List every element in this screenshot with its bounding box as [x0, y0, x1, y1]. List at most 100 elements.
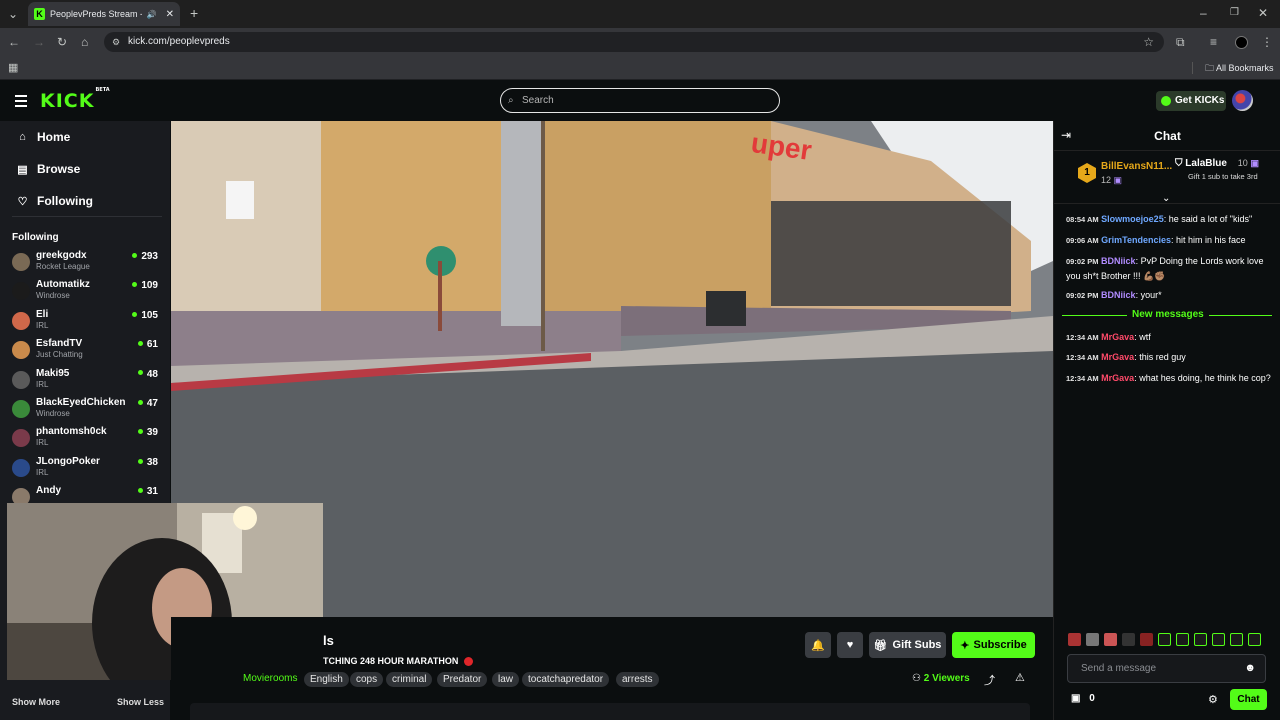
divider: [1054, 203, 1280, 204]
menu-icon[interactable]: ⋮: [1261, 35, 1273, 49]
following-item[interactable]: BlackEyedChicken Windrose 47: [12, 397, 162, 425]
emote-icon[interactable]: [1248, 633, 1261, 646]
avatar: [12, 282, 30, 301]
bell-icon: 🔔: [811, 639, 825, 652]
following-item[interactable]: phantomsh0ck IRL 39: [12, 426, 162, 454]
emoji-icon[interactable]: ☻: [1244, 655, 1256, 682]
leader-2[interactable]: ⛉ LalaBlue 10 ▣: [1175, 158, 1259, 169]
message-time: 09:02 PM: [1066, 291, 1099, 300]
subscribe-label: Subscribe: [973, 639, 1027, 651]
kick-logo[interactable]: KICKBETA: [40, 87, 110, 112]
channel-category: Rocket League: [36, 262, 90, 271]
emote-icon[interactable]: [1068, 633, 1081, 646]
following-item[interactable]: EsfandTV Just Chatting 61: [12, 338, 162, 366]
apps-grid-icon[interactable]: ▦: [8, 61, 18, 75]
nav-browse[interactable]: ▤ Browse: [16, 162, 80, 176]
gift-subs-button[interactable]: 🎁︎ Gift Subs: [869, 632, 946, 658]
following-item[interactable]: Automatikz Windrose 109: [12, 279, 162, 307]
share-icon[interactable]: ⤴: [984, 672, 995, 688]
extensions-icon[interactable]: ⧉: [1176, 35, 1185, 49]
message-user[interactable]: Slowmoejoe25: [1101, 214, 1164, 224]
chat-message: 09:02 PM BDNiick: your*: [1066, 288, 1271, 303]
follow-heart-button[interactable]: ♥: [837, 632, 863, 658]
report-icon[interactable]: ⚠: [1015, 671, 1025, 684]
about-panel: [190, 703, 1030, 720]
profile-avatar[interactable]: [1235, 36, 1248, 49]
avatar: [12, 370, 30, 389]
stream-tag[interactable]: criminal: [386, 672, 433, 687]
chat-panel: ⇥ Chat 1 BillEvansN11... 12 ▣ ⛉ LalaBlue…: [1053, 121, 1280, 720]
emote-icon[interactable]: [1140, 633, 1153, 646]
media-icon[interactable]: ≡: [1210, 35, 1217, 49]
avatar: [12, 341, 30, 360]
back-icon[interactable]: ←: [8, 35, 20, 49]
nav-following[interactable]: ♡ Following: [16, 194, 93, 208]
message-user[interactable]: BDNiick: [1101, 290, 1136, 300]
following-item[interactable]: Maki95 IRL 48: [12, 368, 162, 396]
divider: [12, 216, 162, 217]
leader-1-name[interactable]: BillEvansN11...: [1101, 161, 1172, 172]
emote-icon[interactable]: [1086, 633, 1099, 646]
get-kicks-label: Get KICKs: [1175, 95, 1225, 106]
channel-name: Eli: [36, 308, 49, 320]
chat-input[interactable]: Send a message ☻: [1067, 654, 1266, 683]
speaker-icon[interactable]: 🔊: [147, 10, 157, 19]
tab-search-icon[interactable]: ⌄: [8, 7, 18, 21]
emote-icon[interactable]: [1104, 633, 1117, 646]
stream-tag[interactable]: tocatchapredator: [522, 672, 610, 687]
stream-tag[interactable]: cops: [350, 672, 384, 687]
show-more-button[interactable]: Show More: [12, 697, 60, 707]
message-user[interactable]: BDNiick: [1101, 256, 1136, 266]
channel-category: IRL: [36, 379, 49, 389]
rank-badge: 1: [1078, 163, 1096, 183]
channel-points[interactable]: ▣ 0: [1071, 693, 1095, 704]
message-user[interactable]: MrGava: [1101, 373, 1134, 383]
chat-send-button[interactable]: Chat: [1230, 689, 1267, 710]
search-placeholder: Search: [522, 95, 554, 106]
viewer-count: 48: [138, 369, 158, 380]
avatar: [12, 458, 30, 477]
emote-icon[interactable]: [1122, 633, 1135, 646]
heart-icon: ♥: [846, 639, 854, 651]
following-item[interactable]: JLongoPoker IRL 38: [12, 456, 162, 484]
emote-icon[interactable]: [1158, 633, 1171, 646]
stream-category[interactable]: Movierooms: [243, 673, 297, 684]
all-bookmarks[interactable]: 🗀 All Bookmarks: [1205, 61, 1274, 77]
minimize-icon[interactable]: –: [1200, 6, 1207, 20]
emote-icon[interactable]: [1230, 633, 1243, 646]
get-kicks-button[interactable]: Get KICKs: [1156, 91, 1226, 111]
subscribe-button[interactable]: ✦ Subscribe: [952, 632, 1035, 658]
close-window-icon[interactable]: ✕: [1258, 6, 1268, 20]
message-user[interactable]: MrGava: [1101, 332, 1134, 342]
url-text: kick.com/peoplevpreds: [128, 36, 230, 47]
reload-icon[interactable]: ↻: [57, 35, 67, 49]
tab-close-icon[interactable]: ✕: [166, 9, 174, 20]
stream-tag[interactable]: law: [492, 672, 520, 687]
hamburger-menu-icon[interactable]: [15, 95, 27, 107]
emote-icon[interactable]: [1176, 633, 1189, 646]
new-tab-icon[interactable]: +: [190, 6, 198, 20]
following-item[interactable]: Eli IRL 105: [12, 309, 162, 337]
search-input[interactable]: ⌕ Search: [500, 88, 780, 113]
forward-icon[interactable]: →: [33, 35, 45, 49]
restore-icon[interactable]: ❐: [1230, 6, 1239, 20]
message-user[interactable]: GrimTendencies: [1101, 235, 1171, 245]
user-avatar[interactable]: [1232, 90, 1253, 111]
notify-bell-button[interactable]: 🔔: [805, 632, 831, 658]
show-less-button[interactable]: Show Less: [117, 697, 164, 707]
nav-home[interactable]: ⌂ Home: [16, 130, 70, 144]
following-item[interactable]: greekgodx Rocket League 293: [12, 250, 162, 278]
home-icon[interactable]: ⌂: [81, 35, 88, 49]
address-bar[interactable]: ⚙ kick.com/peoplevpreds ☆: [104, 32, 1164, 52]
stream-tag[interactable]: Predator: [437, 672, 488, 687]
emote-icon[interactable]: [1212, 633, 1225, 646]
bookmark-star-icon[interactable]: ☆: [1143, 32, 1154, 52]
chat-settings-icon[interactable]: ⚙: [1208, 693, 1218, 706]
chest-icon: ▣: [1071, 693, 1081, 704]
emote-icon[interactable]: [1194, 633, 1207, 646]
stream-tag[interactable]: arrests: [616, 672, 659, 687]
browser-tab[interactable]: K PeoplevPreds Stream - Wa 🔊 ✕: [28, 2, 180, 26]
site-info-icon[interactable]: ⚙: [112, 32, 120, 52]
stream-tag[interactable]: English: [304, 672, 349, 687]
message-user[interactable]: MrGava: [1101, 352, 1134, 362]
